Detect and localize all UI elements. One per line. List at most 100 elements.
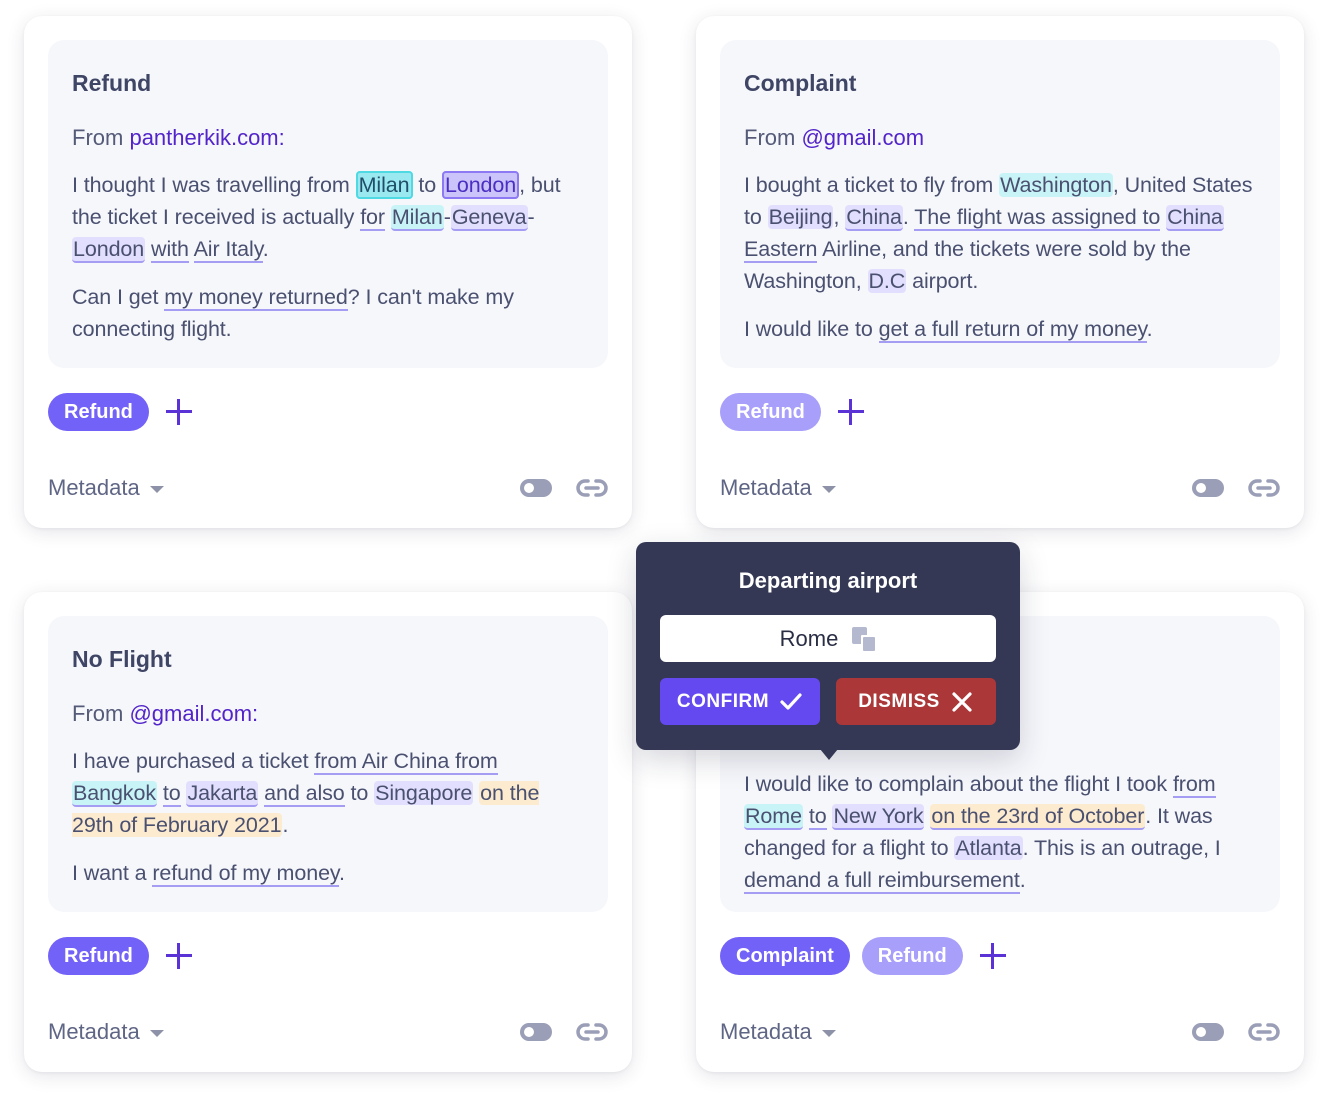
tag-refund[interactable]: Refund <box>861 937 963 975</box>
entity-airline[interactable]: Air Italy <box>193 237 263 263</box>
message-paragraph: I thought I was travelling from Milan to… <box>72 169 584 265</box>
tags-row: Complaint Refund <box>720 937 1007 975</box>
message-paragraph: I bought a ticket to fly from Washington… <box>744 169 1256 297</box>
entity-airline[interactable]: Eastern <box>744 237 818 263</box>
text: . <box>1019 868 1026 892</box>
entity-intent[interactable]: demand a full reimbursement <box>744 868 1020 894</box>
link-icon[interactable] <box>1248 1022 1280 1042</box>
entity-location[interactable]: D.C <box>867 269 907 293</box>
entity-span[interactable]: The flight was assigned to <box>914 205 1160 231</box>
text: . <box>902 205 915 229</box>
popover-title: Departing airport <box>738 568 918 593</box>
card-footer: Metadata <box>48 1016 608 1048</box>
card-footer: Metadata <box>48 472 608 504</box>
message-box: Refund From pantherkik.com: I thought I … <box>48 40 608 368</box>
entity-destination[interactable]: Geneva <box>450 205 528 231</box>
metadata-dropdown[interactable]: Metadata <box>48 1019 164 1045</box>
card-title: Complaint <box>744 70 857 96</box>
toggle-switch[interactable] <box>1192 1023 1224 1041</box>
entity-intent[interactable]: get a full return of my money <box>878 317 1147 343</box>
toggle-switch[interactable] <box>520 1023 552 1041</box>
text: . <box>338 861 345 885</box>
text: . <box>1146 317 1153 341</box>
footer-actions <box>1192 478 1280 498</box>
entity-span[interactable]: and also <box>264 781 345 807</box>
card-footer: Metadata <box>720 472 1280 504</box>
metadata-label: Metadata <box>720 475 812 500</box>
plus-icon[interactable] <box>165 942 193 970</box>
card-no-flight: No Flight From @gmail.com: I have purcha… <box>24 592 632 1072</box>
tag-refund[interactable]: Refund <box>48 937 149 975</box>
metadata-label: Metadata <box>720 1019 812 1044</box>
card-title: No Flight <box>72 646 172 672</box>
tag-refund[interactable]: Refund <box>48 393 149 431</box>
text: I would like to complain about the fligh… <box>744 772 1173 796</box>
entity-departure[interactable]: Bangkok <box>72 781 157 807</box>
entity-date[interactable]: on the 23rd of October <box>930 804 1146 830</box>
sender-domain: @gmail.com: <box>129 701 259 726</box>
message-paragraph: I want a refund of my money. <box>72 857 584 889</box>
metadata-dropdown[interactable]: Metadata <box>720 1019 836 1045</box>
entity-departure[interactable]: Milan <box>390 205 444 231</box>
entity-destination[interactable]: Jakarta <box>186 781 259 807</box>
entity-destination[interactable]: Beijing <box>767 205 834 229</box>
message-paragraph: Can I get my money returned? I can't mak… <box>72 281 584 345</box>
entity-intent[interactable]: my money returned <box>164 285 348 311</box>
message-box: No Flight From @gmail.com: I have purcha… <box>48 616 608 912</box>
entity-span[interactable]: with <box>151 237 189 263</box>
message-box: Complaint From @gmail.com I bought a tic… <box>720 40 1280 368</box>
metadata-dropdown[interactable]: Metadata <box>720 475 836 501</box>
text: - <box>527 205 535 229</box>
plus-icon[interactable] <box>979 942 1007 970</box>
caret-down-icon <box>149 485 164 493</box>
message-paragraph: I would like to get a full return of my … <box>744 313 1256 345</box>
toggle-switch[interactable] <box>1192 479 1224 497</box>
metadata-dropdown[interactable]: Metadata <box>48 475 164 501</box>
link-icon[interactable] <box>576 478 608 498</box>
from-line: From @gmail.com: <box>72 699 584 729</box>
text: - <box>443 205 451 229</box>
entity-span[interactable]: to <box>808 804 827 830</box>
metadata-label: Metadata <box>48 1019 140 1044</box>
tags-row: Refund <box>48 393 193 431</box>
close-icon <box>952 691 972 712</box>
entity-destination[interactable]: Singapore <box>374 781 474 805</box>
text: to <box>418 173 437 197</box>
link-icon[interactable] <box>1248 478 1280 498</box>
text: I thought I was travelling from <box>72 173 356 197</box>
entity-intent[interactable]: refund of my money <box>152 861 339 887</box>
entity-departure[interactable]: Milan <box>355 171 413 199</box>
entity-span[interactable]: for <box>360 205 385 231</box>
copy-icon[interactable] <box>852 626 876 651</box>
tag-refund[interactable]: Refund <box>720 393 821 431</box>
entity-destination[interactable]: China <box>1166 205 1224 231</box>
entity-destination[interactable]: London <box>72 237 146 263</box>
metadata-label: Metadata <box>48 475 140 500</box>
text: I want a <box>72 861 153 885</box>
plus-icon[interactable] <box>837 398 865 426</box>
footer-actions <box>520 1022 608 1042</box>
entity-departure[interactable]: Rome <box>744 804 803 830</box>
message-paragraph: I have purchased a ticket from Air China… <box>72 745 584 841</box>
entity-destination[interactable]: Atlanta <box>954 836 1023 860</box>
entity-destination[interactable]: New York <box>832 804 925 830</box>
from-label: From <box>72 125 124 150</box>
plus-icon[interactable] <box>165 398 193 426</box>
caret-down-icon <box>821 485 836 493</box>
confirm-label: CONFIRM <box>676 690 770 712</box>
entity-destination[interactable]: London <box>441 171 520 199</box>
dismiss-button[interactable]: DISMISS <box>836 678 996 725</box>
confirm-button[interactable]: CONFIRM <box>660 678 820 725</box>
card-footer: Metadata <box>720 1016 1280 1048</box>
entity-value-field[interactable]: Rome <box>660 615 996 662</box>
entity-airline[interactable]: from Air China from <box>314 749 498 775</box>
entity-span[interactable]: to <box>162 781 181 807</box>
entity-span[interactable]: from <box>1172 772 1216 798</box>
entity-departure[interactable]: Washington <box>999 173 1113 197</box>
link-icon[interactable] <box>576 1022 608 1042</box>
toggle-switch[interactable] <box>520 479 552 497</box>
text: . <box>282 813 289 837</box>
tag-complaint[interactable]: Complaint <box>720 937 850 975</box>
sender-domain: pantherkik.com: <box>129 125 285 150</box>
entity-destination[interactable]: China <box>845 205 903 231</box>
